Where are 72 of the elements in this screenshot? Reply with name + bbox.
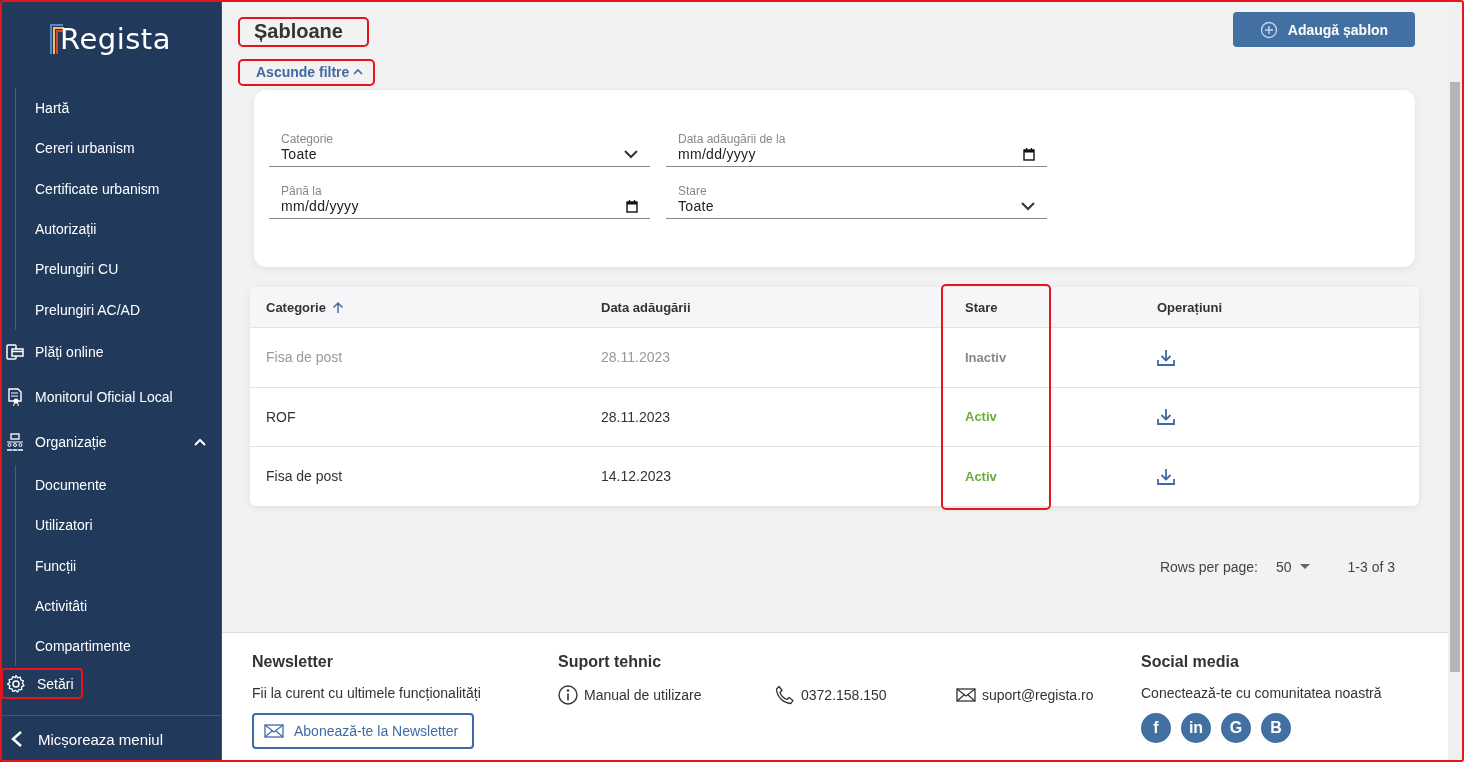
footer-heading: Suport tehnic [558,653,663,671]
hide-filters-link[interactable]: Ascunde filtre [238,59,376,86]
chevron-down-icon [1021,201,1035,211]
sidebar-item[interactable]: Organizație [0,419,207,465]
sidebar-item[interactable]: Plăți online [0,329,207,375]
calendar-icon [1023,147,1035,161]
sidebar-item[interactable]: Autorizații [16,208,221,250]
info-icon [558,685,578,705]
page-range: 1-3 of 3 [1347,558,1395,575]
chevron-down-icon [624,149,638,159]
download-icon[interactable] [1157,348,1175,366]
sidebar-item[interactable]: Utilizatori [16,505,221,546]
card-icon [6,343,24,362]
table-cell-text: Fisa de post [266,468,344,485]
support-link[interactable]: Manual de utilizare [558,685,775,705]
support-link[interactable]: 0372.158.150 [775,685,956,705]
sidebar-item[interactable]: Documente [16,464,221,506]
footer-heading: Newsletter [252,653,334,671]
social-link[interactable]: G [1221,713,1251,743]
social-link[interactable]: B [1261,713,1291,743]
sidebar-item[interactable]: Prelungiri AC/AD [16,289,221,330]
envelope-icon [264,724,284,738]
envelope-icon [956,688,976,702]
download-icon[interactable] [1157,408,1175,426]
table-cell-text: ROF [266,408,297,425]
download-icon[interactable] [1157,467,1175,485]
sidebar-item[interactable]: Monitorul Oficial Local [0,374,207,420]
support-link[interactable]: suport@regista.ro [956,685,1094,705]
sidebar-item[interactable]: Compartimente [16,625,221,667]
footer-heading: Social media [1141,653,1240,671]
column-header[interactable]: Operațiuni [1157,287,1419,327]
status-text: Activ [964,468,998,484]
sidebar-item[interactable]: Setări [1,668,83,700]
status-text: Activ [964,409,998,425]
settings-icon [6,673,26,694]
social-link[interactable]: f [1141,713,1171,743]
social-link[interactable]: in [1181,713,1211,743]
rows-per-page-select[interactable]: 50 [1275,558,1310,575]
chevron-left-icon [10,730,24,748]
plus-circle-icon [1259,20,1278,39]
filter-field[interactable]: Până la mm/dd/yyyy [269,184,650,219]
column-header[interactable]: Categorie [266,287,601,327]
filter-field[interactable]: Categorie Toate [269,132,650,167]
subscribe-button[interactable]: Abonează-te la Newsletter [252,713,475,749]
add-template-button[interactable]: Adaugă șablon [1233,12,1415,47]
sidebar-item[interactable]: Hartă [16,88,221,129]
filter-field[interactable]: Data adăugării de la mm/dd/yyyy [666,132,1047,167]
footer-text: Fii la curent cu ultimele funcționalități [252,685,482,701]
people-icon [6,433,24,452]
collapse-menu-button[interactable]: Micșoreaza meniul [0,715,221,762]
certificate-icon [6,388,24,407]
calendar-icon [626,199,638,213]
column-header[interactable]: Data adăugării [601,287,941,327]
table-cell-text: Fisa de post [266,349,344,366]
chevron-icon [353,68,364,76]
table-cell-text: 28.11.2023 [601,349,672,366]
sidebar-item[interactable]: Activitâti [16,585,221,626]
rows-per-page-label: Rows per page: [1159,558,1258,575]
sidebar-item[interactable]: Prelungiri CU [16,249,221,290]
logo-text: Regista [60,22,171,56]
page-title: Șabloane [238,17,369,47]
table-cell-text: 28.11.2023 [601,408,672,425]
phone-icon [775,685,795,705]
sidebar-item[interactable]: Funcții [16,545,221,586]
dropdown-caret-icon [1299,563,1310,570]
column-header[interactable]: Stare [941,287,1157,327]
sidebar-item[interactable]: Certificate urbanism [16,168,221,209]
table-cell-text: 14.12.2023 [601,468,673,485]
sidebar-item[interactable]: Cereri urbanism [16,128,221,169]
footer-text: Conectează-te cu comunitatea noastră [1141,685,1382,701]
status-text: Inactiv [964,349,1008,365]
filter-field[interactable]: Stare Toate [666,184,1047,219]
